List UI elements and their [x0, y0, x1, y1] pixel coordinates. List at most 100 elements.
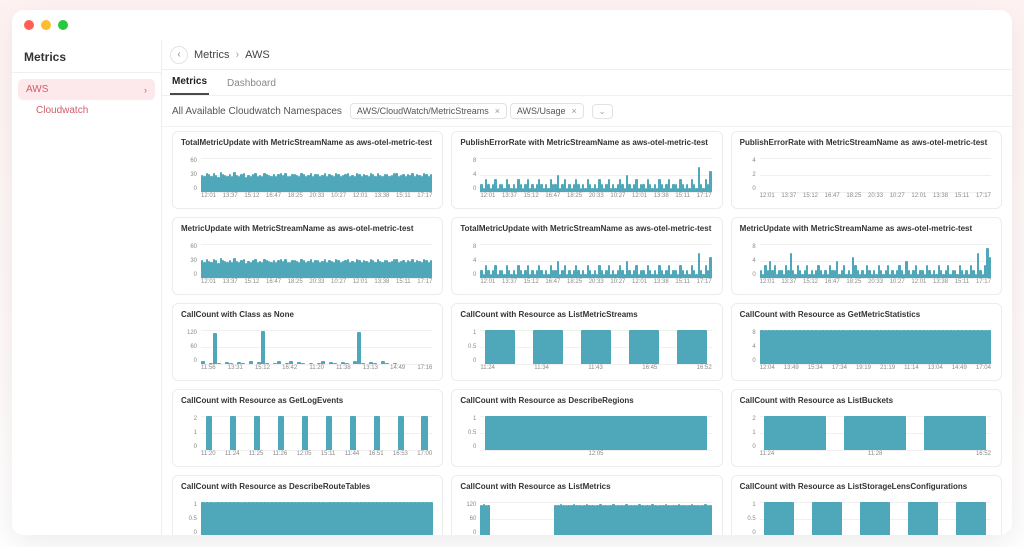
y-tick: 1	[740, 502, 758, 508]
breadcrumb-root[interactable]: Metrics	[194, 49, 229, 61]
chart-card[interactable]: PublishErrorRate with MetricStreamName a…	[451, 131, 722, 209]
x-tick: 15:11	[675, 279, 690, 290]
minimize-icon[interactable]	[41, 20, 51, 30]
y-tick: 120	[181, 330, 199, 336]
chart-title: PublishErrorRate with MetricStreamName a…	[740, 138, 993, 156]
x-tick: 11:24	[760, 451, 775, 462]
chart-card[interactable]: CallCount with Resource as ListStorageLe…	[731, 475, 1002, 535]
x-tick: 17:17	[697, 279, 712, 290]
x-tick: 15:11	[396, 279, 411, 290]
chevron-down-icon: ⌄	[599, 107, 606, 116]
chart-card[interactable]: CallCount with Resource as DescribeRoute…	[172, 475, 443, 535]
tab-metrics[interactable]: Metrics	[170, 70, 209, 95]
x-tick: 15:11	[396, 193, 411, 204]
breadcrumb-back-button[interactable]: ‹	[170, 46, 188, 64]
y-tick: 8	[740, 244, 758, 250]
x-tick: 20:33	[309, 193, 324, 204]
y-tick: 0	[740, 530, 758, 535]
chart-title: CallCount with Class as None	[181, 310, 434, 328]
close-icon[interactable]	[24, 20, 34, 30]
sidebar-item-aws[interactable]: AWS›	[18, 79, 155, 100]
chart-plot: 10.5012:1712:2112:4316:5717:10	[740, 502, 993, 535]
sidebar: Metrics AWS›Cloudwatch	[12, 40, 162, 535]
x-tick: 20:33	[868, 279, 883, 290]
y-tick: 0	[460, 358, 478, 364]
x-tick: 15:12	[244, 279, 259, 290]
x-tick: 14:49	[952, 365, 967, 376]
namespace-dropdown[interactable]: ⌄	[592, 104, 613, 119]
x-tick: 20:33	[589, 279, 604, 290]
chip-label: AWS/CloudWatch/MetricStreams	[357, 106, 489, 116]
y-tick: 1	[460, 416, 478, 422]
x-tick: 19:19	[856, 365, 871, 376]
sidebar-item-label: AWS	[26, 84, 48, 95]
x-tick: 11:28	[868, 451, 883, 462]
x-tick: 15:12	[803, 193, 818, 204]
chart-card[interactable]: CallCount with Class as None12060011:561…	[172, 303, 443, 381]
x-tick: 12:01	[760, 279, 775, 290]
y-tick: 4	[740, 344, 758, 350]
chart-title: MetricUpdate with MetricStreamName as aw…	[740, 224, 993, 242]
chart-card[interactable]: CallCount with Resource as GetMetricStat…	[731, 303, 1002, 381]
sidebar-item-cloudwatch[interactable]: Cloudwatch	[18, 100, 155, 121]
y-tick: 60	[181, 158, 199, 164]
x-tick: 13:37	[781, 279, 796, 290]
y-tick: 0	[460, 530, 478, 535]
chart-card[interactable]: CallCount with Resource as ListBuckets21…	[731, 389, 1002, 467]
chart-plot: 6030012:0113:3715:1216:4718:2520:3310:27…	[181, 244, 434, 290]
chart-card[interactable]: CallCount with Resource as DescribeRegio…	[451, 389, 722, 467]
x-tick: 12:01	[480, 279, 495, 290]
chart-title: CallCount with Resource as ListBuckets	[740, 396, 993, 414]
x-tick: 12:01	[353, 279, 368, 290]
namespace-chip[interactable]: AWS/CloudWatch/MetricStreams ×	[350, 103, 507, 119]
chart-title: CallCount with Resource as DescribeRoute…	[181, 482, 434, 500]
filter-bar: All Available Cloudwatch Namespaces AWS/…	[162, 96, 1012, 127]
chart-plot: 10.5012:0613:5115:3717:2219:0621:2111:21…	[181, 502, 434, 535]
chart-card[interactable]: CallCount with Resource as GetLogEvents2…	[172, 389, 443, 467]
y-tick: 8	[460, 158, 478, 164]
chart-card[interactable]: MetricUpdate with MetricStreamName as aw…	[731, 217, 1002, 295]
y-tick: 1	[460, 330, 478, 336]
chart-plot: 12060011:3614:4116:2116:4111:2111:4113:0…	[460, 502, 713, 535]
chart-card[interactable]: TotalMetricUpdate with MetricStreamName …	[451, 217, 722, 295]
tab-dashboard[interactable]: Dashboard	[225, 72, 278, 95]
x-tick: 18:25	[288, 193, 303, 204]
chart-card[interactable]: CallCount with Resource as ListMetricStr…	[451, 303, 722, 381]
x-tick: 13:38	[374, 279, 389, 290]
x-tick: 12:01	[911, 193, 926, 204]
close-icon[interactable]: ×	[572, 106, 577, 116]
x-tick: 12:01	[632, 279, 647, 290]
charts-grid: TotalMetricUpdate with MetricStreamName …	[172, 131, 1002, 535]
x-tick: 11:26	[273, 451, 288, 462]
chart-card[interactable]: MetricUpdate with MetricStreamName as aw…	[172, 217, 443, 295]
x-tick: 11:25	[249, 451, 264, 462]
x-tick: 13:37	[502, 193, 517, 204]
x-tick: 11:38	[336, 365, 351, 376]
chart-card[interactable]: TotalMetricUpdate with MetricStreamName …	[172, 131, 443, 209]
y-tick: 0	[740, 186, 758, 192]
chip-label: AWS/Usage	[517, 106, 566, 116]
y-tick: 0	[181, 186, 199, 192]
tabs: Metrics Dashboard	[162, 70, 1012, 96]
y-tick: 8	[460, 244, 478, 250]
sidebar-title: Metrics	[12, 40, 161, 73]
chevron-right-icon: ›	[235, 49, 239, 61]
chart-card[interactable]: PublishErrorRate with MetricStreamName a…	[731, 131, 1002, 209]
y-tick: 0.5	[181, 516, 199, 522]
y-tick: 4	[460, 172, 478, 178]
y-tick: 0	[460, 272, 478, 278]
x-tick: 13:31	[228, 365, 243, 376]
maximize-icon[interactable]	[58, 20, 68, 30]
chevron-left-icon: ‹	[177, 49, 180, 60]
x-tick: 11:20	[201, 451, 216, 462]
y-tick: 1	[181, 502, 199, 508]
close-icon[interactable]: ×	[495, 106, 500, 116]
x-tick: 15:11	[321, 451, 336, 462]
chart-title: CallCount with Resource as GetMetricStat…	[740, 310, 993, 328]
x-tick: 15:12	[255, 365, 270, 376]
x-tick: 10:27	[890, 279, 905, 290]
x-tick: 16:47	[545, 279, 560, 290]
chart-card[interactable]: CallCount with Resource as ListMetrics12…	[451, 475, 722, 535]
breadcrumb-leaf: AWS	[245, 49, 270, 61]
namespace-chip[interactable]: AWS/Usage ×	[510, 103, 584, 119]
